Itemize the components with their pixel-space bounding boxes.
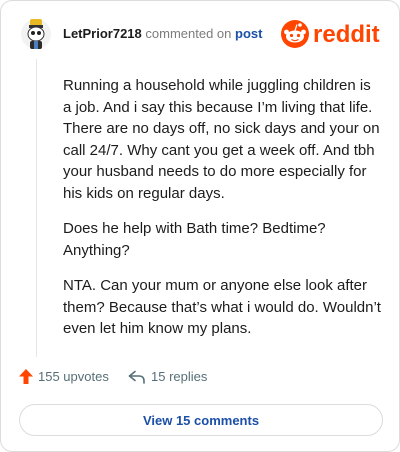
comment-header: LetPrior7218 commented on post (63, 26, 262, 41)
comment-paragraph: Running a household while juggling child… (63, 77, 380, 202)
post-link[interactable]: post (235, 26, 262, 41)
reddit-logo-icon[interactable]: reddit (280, 19, 386, 49)
reply-arrow-icon (128, 370, 145, 384)
comment-body: Running a household while juggling child… (63, 75, 383, 354)
upvote-count: 155 upvotes (38, 369, 109, 384)
upvote-button[interactable]: 155 upvotes (19, 369, 109, 384)
comment-card: LetPrior7218 commented on post reddit Ru… (0, 0, 400, 452)
reddit-wordmark: reddit (313, 21, 380, 48)
reply-count: 15 replies (151, 369, 208, 384)
thread-line[interactable] (36, 59, 37, 357)
author-username[interactable]: LetPrior7218 (63, 26, 142, 41)
view-comments-button[interactable]: View 15 comments (19, 404, 383, 436)
upvote-arrow-icon[interactable] (19, 369, 33, 384)
avatar-icon[interactable] (20, 17, 52, 51)
comment-paragraph: NTA. Can your mum or anyone else look af… (63, 277, 381, 337)
replies-button[interactable]: 15 replies (128, 369, 207, 384)
comment-paragraph: Does he help with Bath time? Bedtime? An… (63, 220, 326, 259)
commented-on-text: commented on (145, 26, 232, 41)
